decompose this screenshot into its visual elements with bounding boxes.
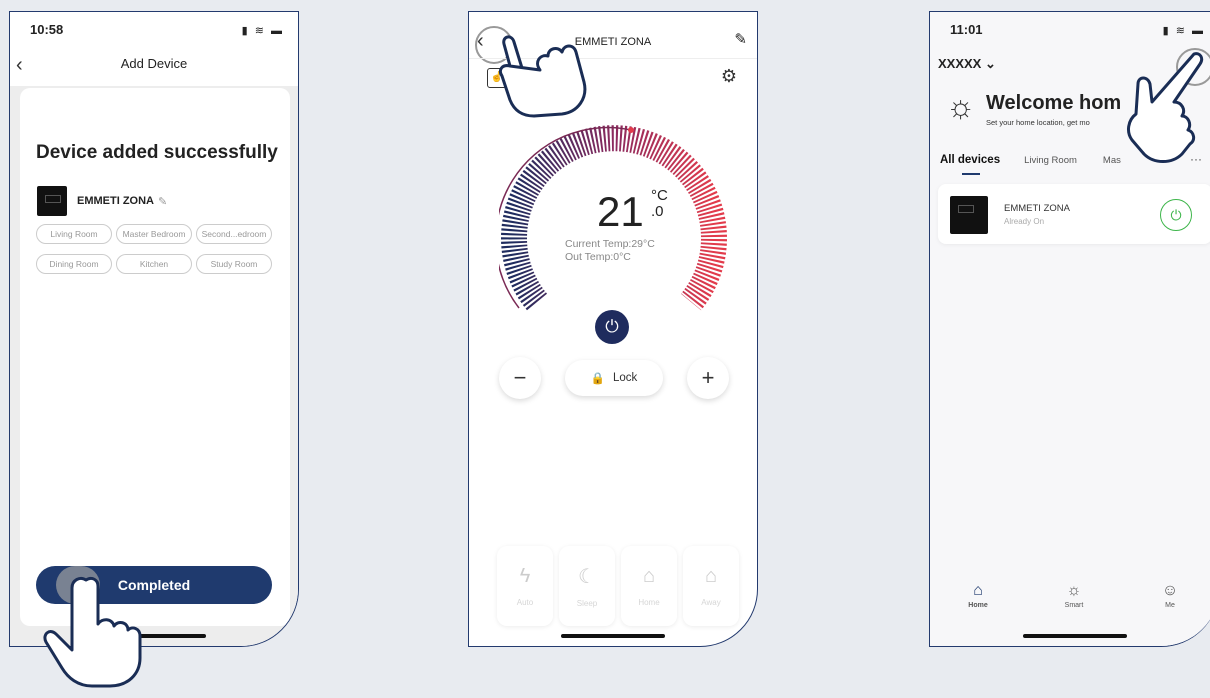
power-button[interactable]: ⏻ bbox=[595, 310, 629, 344]
current-temp: Current Temp:29°C bbox=[565, 238, 655, 250]
active-tab-indicator bbox=[962, 173, 980, 175]
sun-icon: ☼ bbox=[1066, 582, 1082, 599]
nav-label: Home bbox=[968, 602, 988, 609]
device-card[interactable]: EMMETI ZONA Already On ⏻ bbox=[938, 184, 1210, 244]
bottom-nav: ⌂ Home ☼ Smart ☺ Me bbox=[930, 582, 1210, 609]
success-card: Device added successfully EMMETI ZONA ✎ … bbox=[20, 88, 290, 626]
home-selector[interactable]: XXXXX ⌄ bbox=[938, 56, 996, 72]
mode-auto[interactable]: ϟ Auto bbox=[497, 546, 553, 626]
room-chip[interactable]: Study Room bbox=[196, 254, 272, 274]
status-time: 11:01 bbox=[950, 22, 983, 37]
tab-all-devices[interactable]: All devices bbox=[940, 154, 1000, 166]
pointing-hand-icon bbox=[43, 576, 142, 688]
welcome-subtitle[interactable]: Set your home location, get mo bbox=[986, 118, 1090, 127]
room-chips: Living Room Master Bedroom Second...edro… bbox=[36, 224, 276, 274]
mode-label: Away bbox=[701, 598, 721, 607]
lock-icon: 🔒 bbox=[590, 373, 606, 385]
pointing-hand-icon bbox=[498, 35, 587, 118]
house-away-icon: ⌂ bbox=[704, 565, 718, 587]
mode-sleep[interactable]: ☾ Sleep bbox=[559, 546, 615, 626]
phone-screen-add-device: ‹ Add Device 10:58 ▮ ≋ ▬ Device added su… bbox=[9, 11, 299, 647]
mode-label: Home bbox=[638, 598, 660, 607]
lightning-auto-icon: ϟ bbox=[519, 565, 531, 587]
welcome-title: Welcome hom bbox=[986, 92, 1122, 114]
power-toggle-icon[interactable]: ⏻ bbox=[1160, 199, 1192, 231]
lock-label: Lock bbox=[613, 372, 638, 384]
lock-button[interactable]: 🔒 Lock bbox=[565, 360, 663, 396]
pointing-hand-icon bbox=[1127, 52, 1204, 163]
nav-bar: ‹ Add Device bbox=[10, 46, 298, 86]
setpoint-unit: °C .0 bbox=[651, 188, 668, 220]
home-icon: ⌂ bbox=[973, 582, 983, 599]
mode-label: Sleep bbox=[576, 599, 598, 608]
setpoint-value: 21 bbox=[597, 188, 644, 235]
nav-me[interactable]: ☺ Me bbox=[1122, 582, 1210, 609]
edit-icon[interactable]: ✎ bbox=[734, 30, 747, 48]
weather-sun-icon: ☼ bbox=[946, 88, 976, 124]
user-icon: ☺ bbox=[1161, 582, 1179, 599]
house-icon: ⌂ bbox=[642, 565, 656, 587]
out-temp: Out Temp:0°C bbox=[565, 251, 631, 263]
nav-label: Me bbox=[1165, 602, 1175, 609]
room-tabs: All devices Living Room Mas bbox=[940, 154, 1147, 166]
gear-icon[interactable]: ⚙ bbox=[721, 66, 737, 87]
mode-home[interactable]: ⌂ Home bbox=[621, 546, 677, 626]
temperature-readouts: Current Temp:29°C Out Temp:0°C bbox=[565, 238, 655, 264]
mode-buttons: ϟ Auto ☾ Sleep ⌂ Home ⌂ Away bbox=[497, 546, 739, 626]
setpoint-decimal: .0 bbox=[651, 203, 664, 220]
nav-label: Smart bbox=[1064, 602, 1084, 609]
decrease-button[interactable]: − bbox=[499, 357, 541, 399]
moon-zz-icon: ☾ bbox=[578, 566, 596, 588]
room-chip[interactable]: Dining Room bbox=[36, 254, 112, 274]
room-chip[interactable]: Kitchen bbox=[116, 254, 192, 274]
page-title: Add Device bbox=[120, 56, 188, 71]
status-time: 10:58 bbox=[30, 22, 64, 37]
mode-away[interactable]: ⌂ Away bbox=[683, 546, 739, 626]
device-thumbnail bbox=[37, 186, 67, 216]
rename-pencil-icon[interactable]: ✎ bbox=[158, 195, 167, 208]
nav-home[interactable]: ⌂ Home bbox=[930, 582, 1026, 609]
tab-living-room[interactable]: Living Room bbox=[1024, 155, 1077, 166]
room-chip[interactable]: Master Bedroom bbox=[116, 224, 192, 244]
success-headline: Device added successfully bbox=[36, 142, 278, 163]
nav-smart[interactable]: ☼ Smart bbox=[1026, 582, 1122, 609]
device-status: Already On bbox=[1004, 217, 1045, 226]
room-chip[interactable]: Living Room bbox=[36, 224, 112, 244]
device-thumbnail bbox=[950, 196, 988, 234]
increase-button[interactable]: + bbox=[687, 357, 729, 399]
mode-label: Auto bbox=[516, 598, 534, 607]
home-indicator bbox=[1022, 634, 1127, 638]
device-row: EMMETI ZONA ✎ bbox=[37, 186, 167, 216]
status-icons: ▮ ≋ ▬ bbox=[241, 25, 284, 37]
tab-master-bedroom[interactable]: Mas bbox=[1103, 155, 1121, 166]
device-name: EMMETI ZONA bbox=[1004, 203, 1070, 214]
device-name: EMMETI ZONA bbox=[77, 195, 154, 207]
status-icons: ▮ ≋ ▬ bbox=[1162, 25, 1205, 37]
unit-label: °C bbox=[651, 187, 668, 204]
room-chip[interactable]: Second...edroom bbox=[196, 224, 272, 244]
home-indicator bbox=[561, 634, 665, 638]
